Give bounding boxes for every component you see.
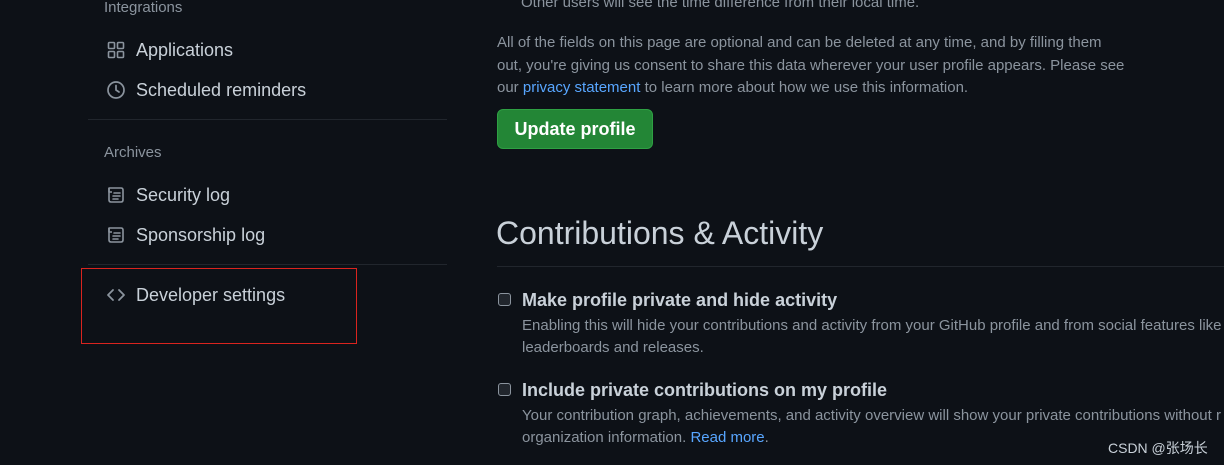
consent-text-suffix: to learn more about how we use this info… — [644, 79, 969, 96]
consent-line: out, you're giving us consent to share t… — [497, 56, 1125, 74]
sidebar-item-scheduled-reminders[interactable]: Scheduled reminders — [106, 74, 306, 106]
sidebar-item-security-log[interactable]: Security log — [106, 179, 230, 211]
time-difference-note: Other users will see the time difference… — [521, 0, 920, 11]
include-private-contributions-checkbox[interactable] — [498, 383, 511, 396]
code-icon — [106, 285, 126, 305]
note-line: Your contribution graph, achievements, a… — [522, 407, 1221, 424]
consent-text-prefix: our — [497, 79, 519, 96]
privacy-statement-link[interactable]: privacy statement — [523, 79, 641, 96]
consent-line: our privacy statement to learn more abou… — [497, 77, 1124, 100]
make-profile-private-label: Make profile private and hide activity — [522, 290, 838, 310]
include-private-contributions-label: Include private contributions on my prof… — [522, 380, 888, 400]
sidebar-item-developer-settings[interactable]: Developer settings — [106, 279, 285, 311]
note-text-prefix: organization information. — [522, 429, 687, 446]
make-profile-private-checkbox[interactable] — [498, 293, 511, 306]
archives-heading: Archives — [104, 144, 162, 161]
sidebar-divider — [88, 264, 447, 265]
sidebar-item-label: Sponsorship log — [136, 224, 266, 245]
sidebar-divider — [88, 119, 447, 120]
sidebar-item-applications[interactable]: Applications — [106, 34, 233, 66]
section-divider — [497, 266, 1224, 267]
sidebar-item-label: Scheduled reminders — [136, 79, 307, 100]
clock-icon — [106, 80, 126, 100]
note-text-suffix: . — [764, 429, 769, 446]
apps-grid-icon — [106, 40, 126, 60]
update-profile-button[interactable]: Update profile — [497, 109, 653, 149]
note-line: leaderboards and releases. — [522, 339, 704, 356]
consent-text: All of the fields on this page are optio… — [497, 32, 1124, 100]
watermark: CSDN @张场长 — [1108, 440, 1208, 456]
log-icon — [106, 225, 126, 245]
read-more-link[interactable]: Read more — [690, 429, 764, 446]
make-profile-private-note: Enabling this will hide your contributio… — [522, 315, 1222, 359]
sidebar-item-sponsorship-log[interactable]: Sponsorship log — [106, 219, 265, 251]
log-icon — [106, 185, 126, 205]
sidebar-item-label: Applications — [136, 39, 234, 60]
sidebar-item-label: Security log — [136, 184, 231, 205]
consent-line: All of the fields on this page are optio… — [497, 34, 1102, 51]
integrations-heading: Integrations — [104, 0, 183, 16]
note-line: Enabling this will hide your contributio… — [522, 317, 1222, 334]
sidebar-item-label: Developer settings — [136, 284, 286, 305]
contributions-section-title: Contributions & Activity — [496, 215, 824, 251]
